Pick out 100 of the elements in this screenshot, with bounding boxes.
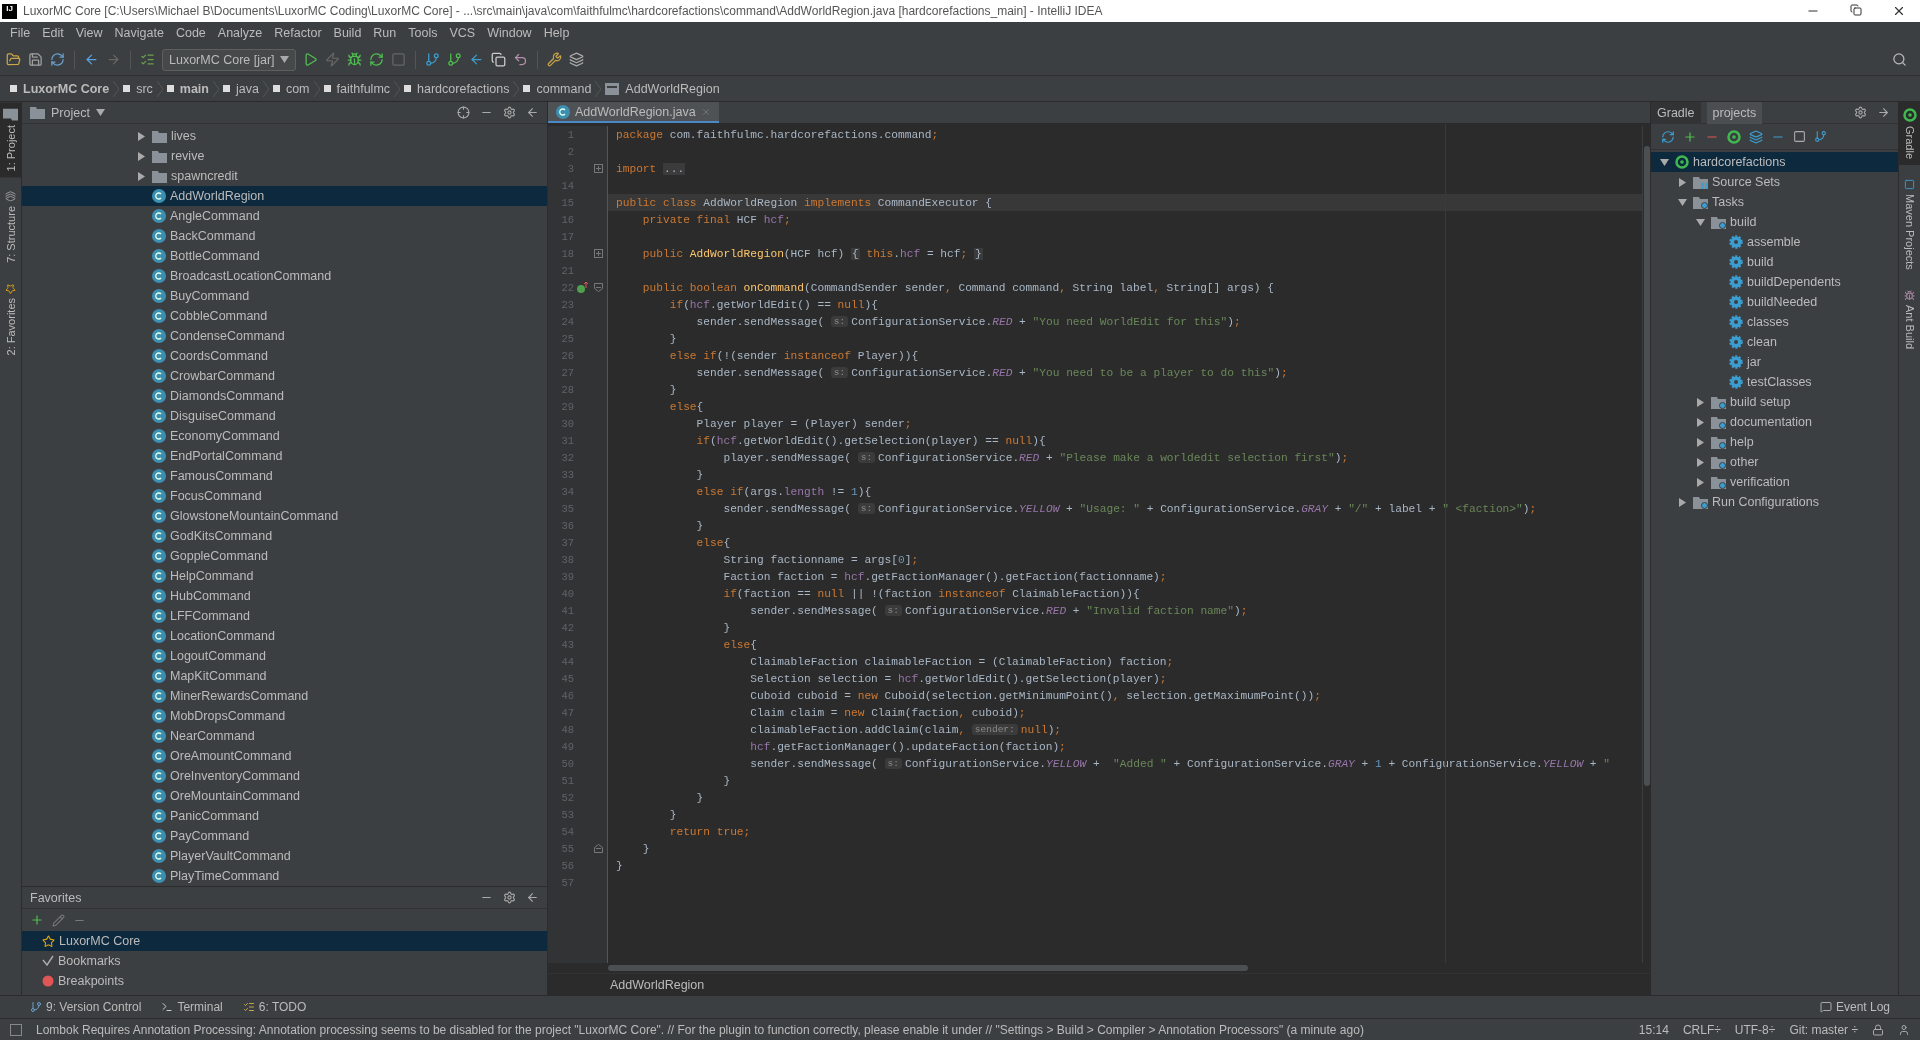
tool-window-tab[interactable]: Maven Projects [1899, 173, 1920, 276]
breadcrumb-item[interactable]: main [166, 81, 209, 96]
tree-item[interactable]: MapKitCommand [22, 666, 547, 686]
event-log-button[interactable]: Event Log [1819, 1000, 1920, 1014]
tool-window-tab[interactable]: 1: Project [0, 102, 21, 178]
tree-item[interactable]: PayCommand [22, 826, 547, 846]
menu-item[interactable]: Navigate [108, 26, 170, 40]
expanded-arrow-icon[interactable] [1695, 217, 1705, 227]
tree-item[interactable]: FamousCommand [22, 466, 547, 486]
line-separator[interactable]: CRLF÷ [1682, 1022, 1721, 1037]
collapsed-arrow-icon[interactable] [1677, 177, 1687, 187]
expand-fold-icon[interactable] [593, 164, 603, 173]
tree-item[interactable]: LuxorMC Core [22, 931, 547, 951]
tree-item[interactable]: GlowstoneMountainCommand [22, 506, 547, 526]
menu-item[interactable]: Refactor [268, 26, 328, 40]
menu-item[interactable]: Tools [402, 26, 444, 40]
lock-icon[interactable] [1872, 1023, 1884, 1036]
tree-item[interactable]: build [1651, 252, 1898, 272]
tree-item[interactable]: CoordsCommand [22, 346, 547, 366]
debug-icon[interactable] [346, 52, 362, 67]
locate-icon[interactable] [457, 106, 470, 119]
collapsed-arrow-icon[interactable] [136, 151, 146, 161]
hide-icon[interactable] [526, 891, 539, 904]
scrollbar-thumb[interactable] [608, 965, 1248, 971]
tree-item[interactable]: BuyCommand [22, 286, 547, 306]
hide-icon[interactable] [1877, 106, 1890, 119]
terminal-icon[interactable] [161, 1001, 174, 1013]
close-icon[interactable] [1892, 4, 1906, 18]
tree-item[interactable]: LFFCommand [22, 606, 547, 626]
hide-icon[interactable] [526, 106, 539, 119]
expanded-arrow-icon[interactable] [95, 108, 105, 117]
tree-item[interactable]: EndPortalCommand [22, 446, 547, 466]
tree-item[interactable]: HelpCommand [22, 566, 547, 586]
expand-fold-icon[interactable] [593, 249, 603, 258]
expanded-arrow-icon[interactable] [279, 55, 289, 64]
tree-item[interactable]: BackCommand [22, 226, 547, 246]
tree-item[interactable]: BottleCommand [22, 246, 547, 266]
collapse-fold-icon[interactable] [593, 283, 603, 292]
tree-item[interactable]: lives [22, 126, 547, 146]
tree-item[interactable]: MinerRewardsCommand [22, 686, 547, 706]
collapsed-arrow-icon[interactable] [1695, 397, 1705, 407]
breadcrumb-item[interactable]: java [223, 81, 259, 96]
collapsed-arrow-icon[interactable] [136, 171, 146, 181]
tree-item[interactable]: BroadcastLocationCommand [22, 266, 547, 286]
tree-item[interactable]: Bookmarks [22, 951, 547, 971]
ant-icon[interactable] [1904, 289, 1915, 301]
menu-item[interactable]: Code [169, 26, 212, 40]
save-icon[interactable] [28, 52, 43, 67]
menu-item[interactable]: Edit [36, 26, 70, 40]
add-icon[interactable] [30, 913, 44, 927]
menu-item[interactable]: View [69, 26, 109, 40]
revert-icon[interactable] [512, 52, 528, 67]
refresh-icon[interactable] [1661, 129, 1675, 144]
tree-item[interactable]: PanicCommand [22, 806, 547, 826]
tree-item[interactable]: LocationCommand [22, 626, 547, 646]
vcs-branch[interactable]: Git: master ÷ [1789, 1022, 1858, 1037]
tree-item[interactable]: MobDropsCommand [22, 706, 547, 726]
tool-window-tab[interactable]: Ant Build [1899, 283, 1920, 355]
tree-item[interactable]: HubCommand [22, 586, 547, 606]
tree-item[interactable]: Run Configurations [1651, 492, 1898, 512]
tree-item[interactable]: OreAmountCommand [22, 746, 547, 766]
tree-item[interactable]: DisguiseCommand [22, 406, 547, 426]
search-icon[interactable] [1892, 52, 1907, 67]
tree-item[interactable]: buildDependents [1651, 272, 1898, 292]
menu-item[interactable]: Analyze [211, 26, 269, 40]
panel-tab[interactable]: projects [1706, 101, 1763, 124]
tree-item[interactable]: AngleCommand [22, 206, 547, 226]
tree-item[interactable]: GodKitsCommand [22, 526, 547, 546]
tree-item[interactable]: help [1651, 432, 1898, 452]
tree-item[interactable]: PlayerVaultCommand [22, 846, 547, 866]
menu-item[interactable]: Window [481, 26, 538, 40]
sync-icon[interactable] [50, 52, 65, 67]
tree-item[interactable]: verification [1651, 472, 1898, 492]
tool-window-button[interactable]: 9: Version Control [30, 1000, 142, 1014]
person-icon[interactable] [1898, 1023, 1910, 1036]
tool-window-tab[interactable]: 7: Structure [0, 185, 21, 270]
breadcrumb-item[interactable]: src [123, 81, 153, 96]
vcs-update-icon[interactable] [424, 52, 440, 67]
tool-window-button[interactable]: 6: TODO [242, 1000, 307, 1014]
collapsed-arrow-icon[interactable] [1695, 457, 1705, 467]
collapsed-arrow-icon[interactable] [136, 131, 146, 141]
collapsed-arrow-icon[interactable] [1695, 437, 1705, 447]
tree-item[interactable]: build setup [1651, 392, 1898, 412]
collapsed-arrow-icon[interactable] [1677, 497, 1687, 507]
tree-item[interactable]: documentation [1651, 412, 1898, 432]
tree-item[interactable]: other [1651, 452, 1898, 472]
tree-item[interactable]: assemble [1651, 232, 1898, 252]
tree-item[interactable]: buildNeeded [1651, 292, 1898, 312]
menu-item[interactable]: Run [367, 26, 403, 40]
run-icon[interactable] [302, 52, 318, 67]
panel-tab[interactable]: Gradle [1651, 101, 1701, 124]
edit-icon[interactable] [52, 913, 65, 927]
tree-item[interactable]: OreMountainCommand [22, 786, 547, 806]
tree-item[interactable]: jar [1651, 352, 1898, 372]
tree-item[interactable]: EconomyCommand [22, 426, 547, 446]
tree-item[interactable]: GoppleCommand [22, 546, 547, 566]
star-icon[interactable] [42, 934, 55, 948]
speech-bubble-icon[interactable] [1819, 1001, 1832, 1013]
tool-window-tab[interactable]: 2: Favorites [0, 277, 21, 362]
breadcrumb-item[interactable]: LuxorMC Core [10, 81, 110, 96]
